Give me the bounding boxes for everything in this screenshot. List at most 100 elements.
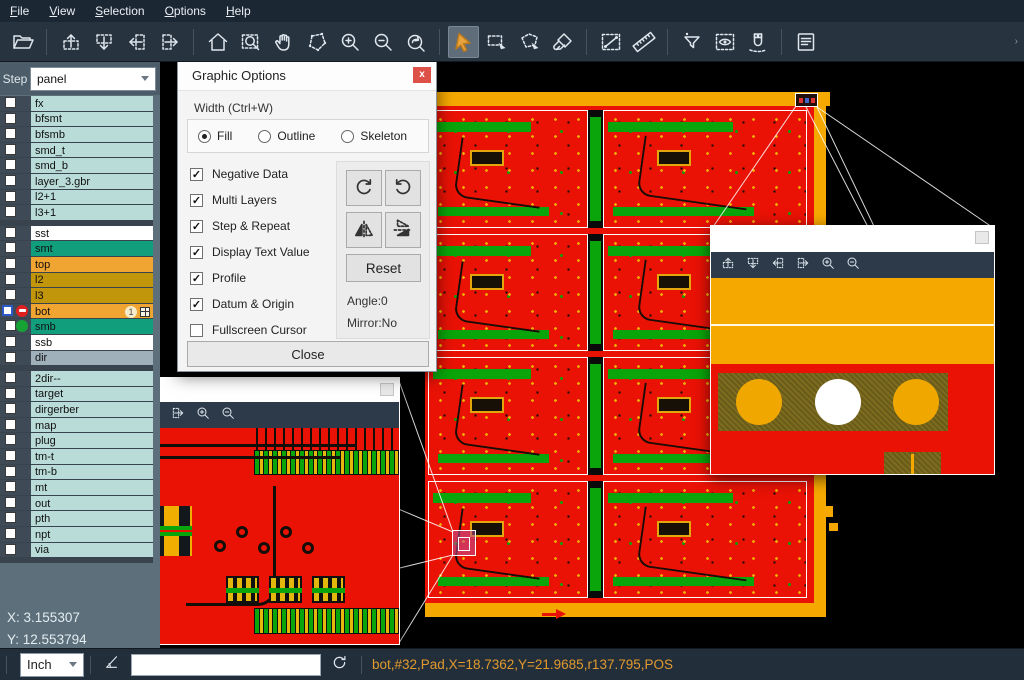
checkbox-fullscreen-cursor[interactable]: Fullscreen Cursor [190, 317, 310, 343]
layer-row-l2+1[interactable]: l2+1 [0, 190, 153, 205]
layer-visibility-checkbox[interactable] [5, 481, 16, 492]
pan-icon[interactable] [268, 26, 299, 58]
command-input[interactable] [131, 654, 321, 676]
layer-row-top[interactable]: top [0, 257, 153, 272]
layer-row-smd_t[interactable]: smd_t [0, 143, 153, 158]
layer-visibility-checkbox[interactable] [5, 512, 16, 523]
zoom-window-icon[interactable] [235, 26, 266, 58]
layer-row-ssb[interactable]: ssb [0, 335, 153, 350]
step-select[interactable]: panel [30, 67, 156, 91]
dialog-title-bar[interactable]: Graphic Options x [178, 61, 436, 91]
layer-visibility-checkbox[interactable] [5, 274, 16, 285]
rotate-ccw-button[interactable] [385, 170, 421, 206]
magnifier-title-bar[interactable] [711, 226, 994, 252]
layer-row-tm-t[interactable]: tm-t [0, 449, 153, 464]
layer-visibility-checkbox[interactable] [5, 242, 16, 253]
layer-visibility-checkbox[interactable] [5, 175, 16, 186]
flip-left-icon[interactable] [770, 255, 786, 276]
layer-visibility-checkbox[interactable] [5, 128, 16, 139]
zoom-out-icon[interactable] [845, 255, 861, 276]
layer-row-target[interactable]: target [0, 387, 153, 402]
layer-row-dir[interactable]: dir [0, 351, 153, 366]
layer-visibility-checkbox[interactable] [5, 352, 16, 363]
layer-visibility-checkbox[interactable] [5, 466, 16, 477]
view-options-icon[interactable] [709, 26, 740, 58]
flip-down-icon[interactable] [88, 26, 119, 58]
menu-view[interactable]: View [39, 0, 85, 22]
layer-row-smb[interactable]: smb [0, 319, 153, 334]
mirror-vertical-button[interactable] [385, 212, 421, 248]
grid-icon[interactable] [140, 307, 150, 317]
flip-up-icon[interactable] [720, 255, 736, 276]
radio-outline[interactable]: Outline [258, 129, 315, 143]
notes-panel-icon[interactable] [790, 26, 821, 58]
radio-skeleton[interactable]: Skeleton [341, 129, 407, 143]
window-button-icon[interactable] [975, 231, 989, 244]
layer-visibility-checkbox[interactable] [5, 113, 16, 124]
units-select[interactable]: Inch [20, 653, 84, 677]
checkbox-step-repeat[interactable]: ✓Step & Repeat [190, 213, 310, 239]
select-rect-icon[interactable] [481, 26, 512, 58]
layer-visibility-checkbox[interactable] [5, 320, 16, 331]
refresh-icon[interactable] [330, 653, 349, 677]
layer-visibility-checkbox[interactable] [5, 144, 16, 155]
menu-file[interactable]: File [0, 0, 39, 22]
layer-row-smt[interactable]: smt [0, 241, 153, 256]
pcb-board-cell[interactable] [603, 110, 807, 228]
layer-visibility-checkbox[interactable] [5, 227, 16, 238]
layer-row-l2[interactable]: l2 [0, 273, 153, 288]
zoom-in-icon[interactable] [195, 405, 211, 426]
layer-visibility-checkbox[interactable] [5, 191, 16, 202]
layer-row-smd_b[interactable]: smd_b [0, 158, 153, 173]
clear-brush-icon[interactable] [547, 26, 578, 58]
checkbox-profile[interactable]: ✓Profile [190, 265, 310, 291]
checkbox-negative-data[interactable]: ✓Negative Data [190, 161, 310, 187]
layer-visibility-checkbox[interactable] [5, 258, 16, 269]
layer-visibility-checkbox[interactable] [5, 497, 16, 508]
layer-visibility-checkbox[interactable] [5, 336, 16, 347]
measure-distance-icon[interactable] [595, 26, 626, 58]
layer-row-tm-b[interactable]: tm-b [0, 465, 153, 480]
flip-left-icon[interactable] [121, 26, 152, 58]
flip-right-icon[interactable] [154, 26, 185, 58]
layer-visibility-checkbox[interactable] [5, 544, 16, 555]
layer-row-sst[interactable]: sst [0, 226, 153, 241]
magnifier-source-region-top-right[interactable] [795, 93, 818, 107]
menu-help[interactable]: Help [216, 0, 261, 22]
layer-visibility-checkbox[interactable] [5, 97, 16, 108]
layer-row-fx[interactable]: fx [0, 96, 153, 111]
zoom-dynamic-icon[interactable] [301, 26, 332, 58]
layer-row-bfsmt[interactable]: bfsmt [0, 112, 153, 127]
magnifier-view-corner[interactable] [711, 278, 994, 474]
checkbox-multi-layers[interactable]: ✓Multi Layers [190, 187, 310, 213]
layer-row-mt[interactable]: mt [0, 480, 153, 495]
layer-row-bfsmb[interactable]: bfsmb [0, 127, 153, 142]
home-icon[interactable] [202, 26, 233, 58]
layer-row-l3+1[interactable]: l3+1 [0, 205, 153, 220]
pcb-board-cell[interactable] [428, 110, 588, 228]
rotate-cw-button[interactable] [346, 170, 382, 206]
zoom-in-icon[interactable] [334, 26, 365, 58]
layer-row-bot[interactable]: bot1 [0, 304, 153, 319]
layer-row-out[interactable]: out [0, 496, 153, 511]
layer-visibility-checkbox[interactable] [5, 206, 16, 217]
window-button-icon[interactable] [380, 383, 394, 396]
layer-row-layer_3.gbr[interactable]: layer_3.gbr [0, 174, 153, 189]
snap-magnet-icon[interactable] [742, 26, 773, 58]
layer-row-npt[interactable]: npt [0, 527, 153, 542]
zoom-in-icon[interactable] [820, 255, 836, 276]
layer-visibility-checkbox[interactable] [5, 450, 16, 461]
layer-visibility-checkbox[interactable] [5, 388, 16, 399]
toolbar-overflow-icon[interactable]: › [1015, 36, 1018, 47]
filter-funnel-icon[interactable] [676, 26, 707, 58]
pcb-board-cell[interactable] [603, 481, 807, 599]
layer-visibility-checkbox[interactable] [5, 434, 16, 445]
snap-angle-icon[interactable] [103, 653, 121, 676]
layer-visibility-checkbox[interactable] [5, 159, 16, 170]
mirror-horizontal-button[interactable] [346, 212, 382, 248]
pcb-board-cell[interactable] [428, 357, 588, 475]
flip-down-icon[interactable] [745, 255, 761, 276]
select-tool-icon[interactable] [448, 26, 479, 58]
close-button[interactable]: Close [187, 341, 429, 367]
zoom-out-icon[interactable] [367, 26, 398, 58]
